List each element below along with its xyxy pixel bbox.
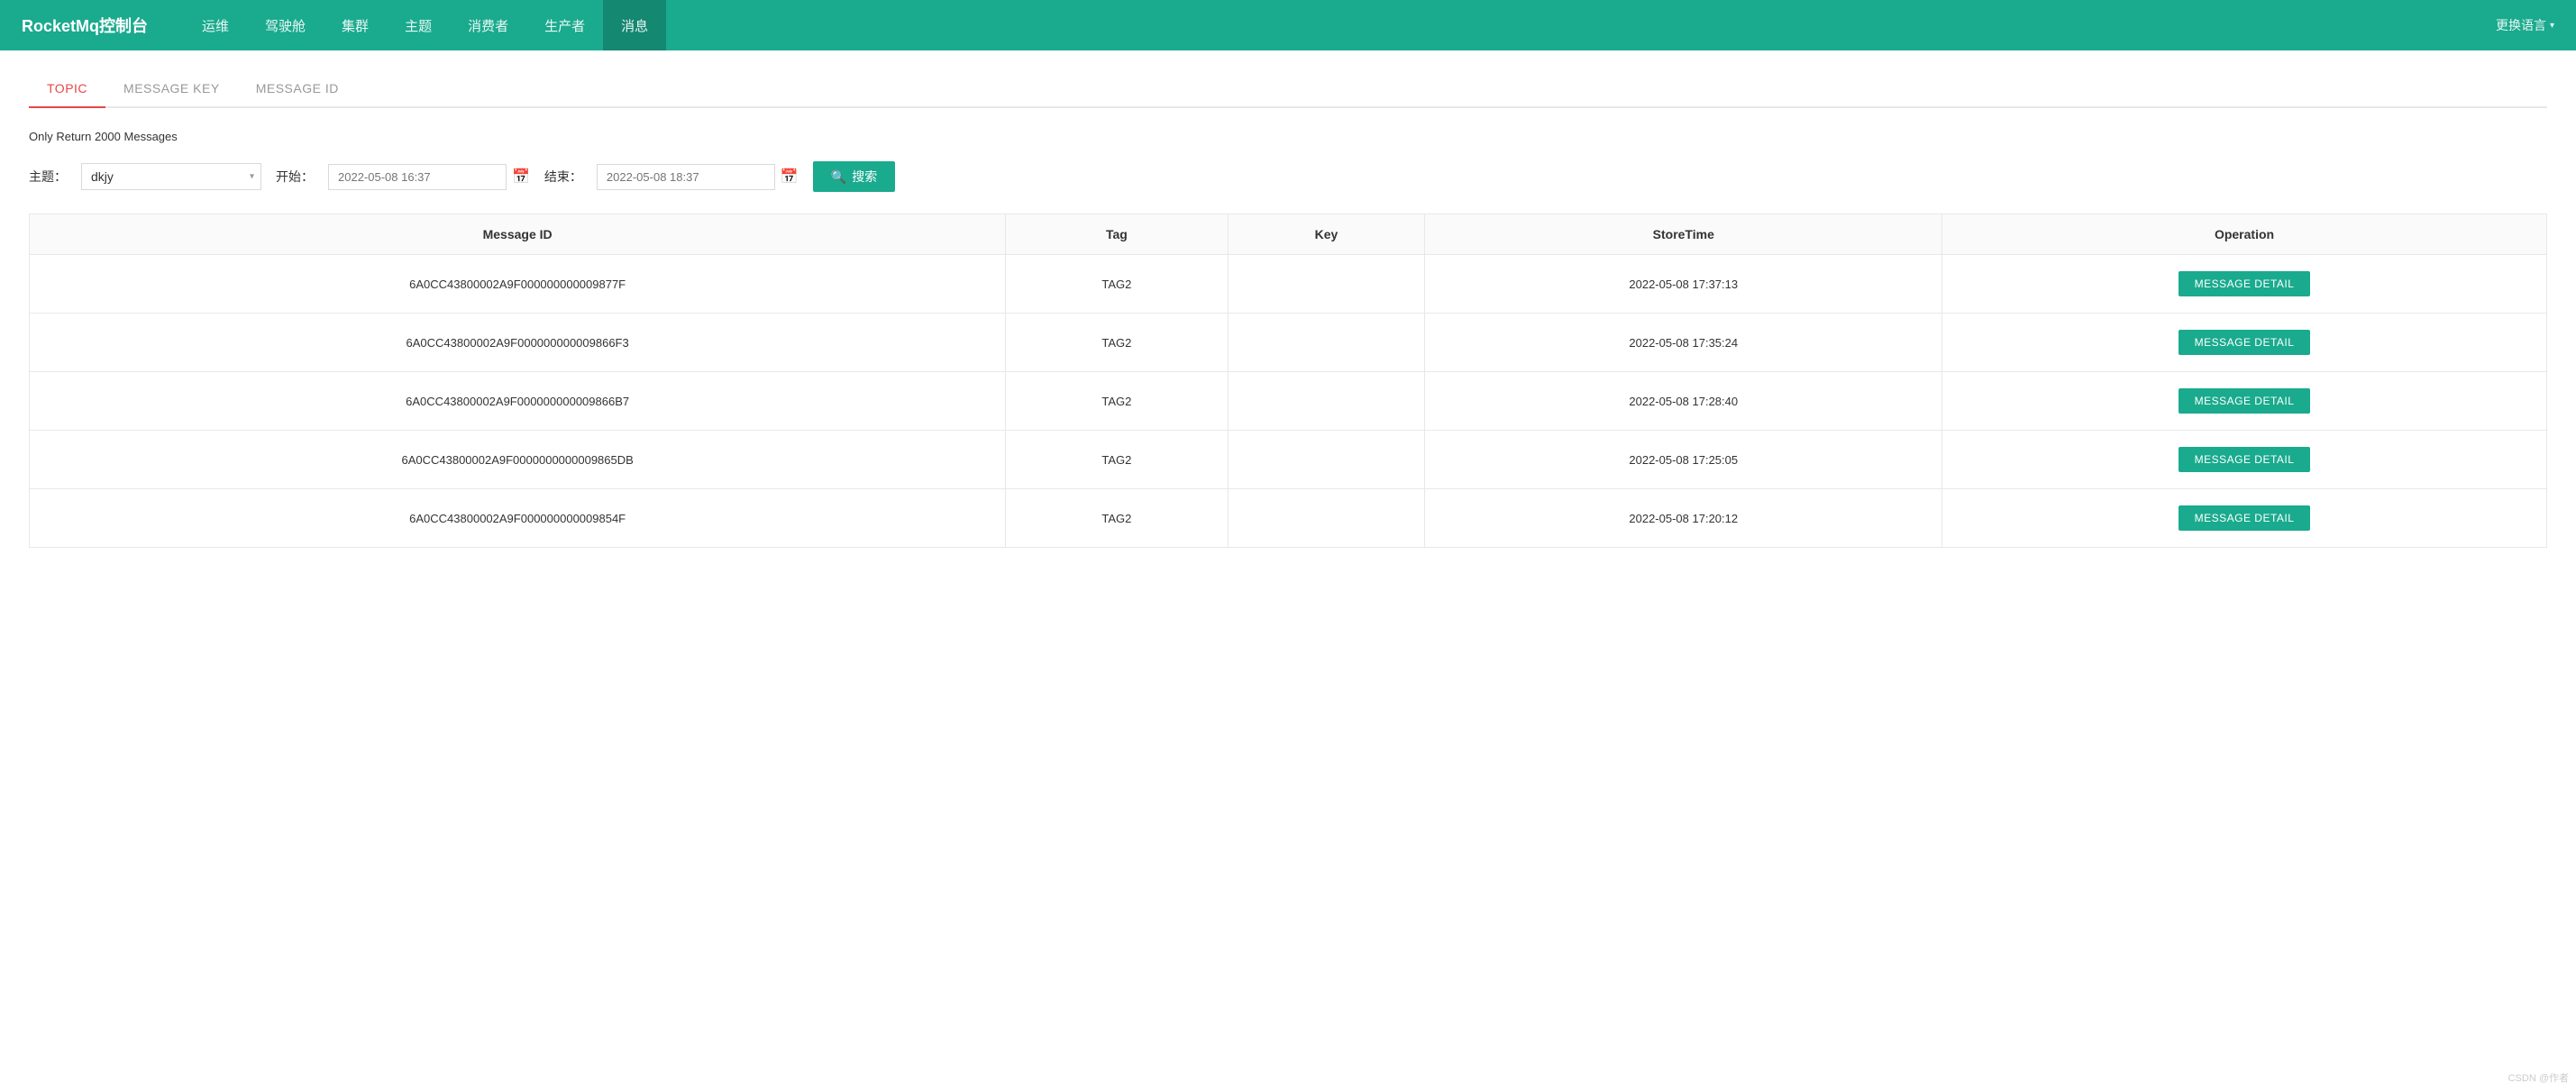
table-row: 6A0CC43800002A9F000000000009877FTAG2 2022… bbox=[30, 255, 2547, 314]
message-detail-button[interactable]: MESSAGE DETAIL bbox=[2179, 505, 2311, 531]
navbar-item-ops[interactable]: 运维 bbox=[184, 0, 247, 50]
search-button[interactable]: 🔍 搜索 bbox=[813, 161, 895, 192]
table-row: 6A0CC43800002A9F000000000009866B7TAG2 202… bbox=[30, 372, 2547, 431]
navbar-item-message[interactable]: 消息 bbox=[603, 0, 666, 50]
start-calendar-icon[interactable]: 📅 bbox=[512, 168, 530, 186]
table-header-row: Message ID Tag Key StoreTime Operation bbox=[30, 214, 2547, 255]
message-detail-button[interactable]: MESSAGE DETAIL bbox=[2179, 271, 2311, 296]
col-header-key: Key bbox=[1228, 214, 1425, 255]
topic-select[interactable]: dkjy bbox=[81, 163, 261, 190]
cell-key bbox=[1228, 489, 1425, 548]
topic-select-wrapper: dkjy ▾ bbox=[81, 163, 261, 190]
cell-operation: MESSAGE DETAIL bbox=[1942, 314, 2547, 372]
navbar-item-producer[interactable]: 生产者 bbox=[526, 0, 603, 50]
main-content: TOPIC MESSAGE KEY MESSAGE ID Only Return… bbox=[0, 50, 2576, 1092]
col-header-tag: Tag bbox=[1006, 214, 1228, 255]
message-detail-button[interactable]: MESSAGE DETAIL bbox=[2179, 330, 2311, 355]
end-label: 结束： bbox=[544, 168, 582, 186]
message-detail-button[interactable]: MESSAGE DETAIL bbox=[2179, 388, 2311, 414]
table-row: 6A0CC43800002A9F000000000009854FTAG2 2022… bbox=[30, 489, 2547, 548]
tab-message-id[interactable]: MESSAGE ID bbox=[238, 72, 357, 108]
cell-tag: TAG2 bbox=[1006, 489, 1228, 548]
messages-table: Message ID Tag Key StoreTime Operation 6… bbox=[29, 214, 2547, 548]
cell-message-id: 6A0CC43800002A9F0000000000009865DB bbox=[30, 431, 1006, 489]
cell-tag: TAG2 bbox=[1006, 372, 1228, 431]
cell-key bbox=[1228, 314, 1425, 372]
start-label: 开始： bbox=[276, 168, 314, 186]
end-date-wrapper: 📅 bbox=[597, 164, 799, 190]
table-row: 6A0CC43800002A9F000000000009866F3TAG2 202… bbox=[30, 314, 2547, 372]
cell-key bbox=[1228, 255, 1425, 314]
search-icon: 🔍 bbox=[831, 169, 846, 185]
cell-store-time: 2022-05-08 17:37:13 bbox=[1425, 255, 1942, 314]
watermark: CSDN @作者 bbox=[2508, 1070, 2569, 1085]
navbar-brand: RocketMq控制台 bbox=[22, 14, 148, 37]
navbar-item-dashboard[interactable]: 驾驶舱 bbox=[247, 0, 324, 50]
cell-message-id: 6A0CC43800002A9F000000000009877F bbox=[30, 255, 1006, 314]
start-date-wrapper: 📅 bbox=[328, 164, 530, 190]
cell-operation: MESSAGE DETAIL bbox=[1942, 255, 2547, 314]
navbar-item-cluster[interactable]: 集群 bbox=[324, 0, 387, 50]
start-date-input[interactable] bbox=[328, 164, 507, 190]
info-text: Only Return 2000 Messages bbox=[29, 130, 2547, 143]
cell-operation: MESSAGE DETAIL bbox=[1942, 372, 2547, 431]
tab-message-key[interactable]: MESSAGE KEY bbox=[105, 72, 238, 108]
end-date-input[interactable] bbox=[597, 164, 775, 190]
cell-operation: MESSAGE DETAIL bbox=[1942, 489, 2547, 548]
end-calendar-icon[interactable]: 📅 bbox=[781, 168, 799, 186]
search-button-label: 搜索 bbox=[852, 168, 877, 186]
navbar-item-topic[interactable]: 主题 bbox=[387, 0, 450, 50]
navbar-menu: 运维 驾驶舱 集群 主题 消费者 生产者 消息 bbox=[184, 0, 2496, 50]
cell-store-time: 2022-05-08 17:25:05 bbox=[1425, 431, 1942, 489]
chevron-down-icon: ▾ bbox=[2550, 21, 2554, 31]
col-header-storetime: StoreTime bbox=[1425, 214, 1942, 255]
table-row: 6A0CC43800002A9F0000000000009865DBTAG2 20… bbox=[30, 431, 2547, 489]
cell-key bbox=[1228, 431, 1425, 489]
cell-tag: TAG2 bbox=[1006, 431, 1228, 489]
cell-operation: MESSAGE DETAIL bbox=[1942, 431, 2547, 489]
message-detail-button[interactable]: MESSAGE DETAIL bbox=[2179, 447, 2311, 472]
cell-store-time: 2022-05-08 17:20:12 bbox=[1425, 489, 1942, 548]
topic-label: 主题： bbox=[29, 168, 67, 186]
col-header-message-id: Message ID bbox=[30, 214, 1006, 255]
navbar-item-consumer[interactable]: 消费者 bbox=[450, 0, 526, 50]
cell-message-id: 6A0CC43800002A9F000000000009854F bbox=[30, 489, 1006, 548]
cell-key bbox=[1228, 372, 1425, 431]
cell-tag: TAG2 bbox=[1006, 255, 1228, 314]
cell-tag: TAG2 bbox=[1006, 314, 1228, 372]
cell-store-time: 2022-05-08 17:35:24 bbox=[1425, 314, 1942, 372]
cell-message-id: 6A0CC43800002A9F000000000009866F3 bbox=[30, 314, 1006, 372]
cell-message-id: 6A0CC43800002A9F000000000009866B7 bbox=[30, 372, 1006, 431]
tab-bar: TOPIC MESSAGE KEY MESSAGE ID bbox=[29, 72, 2547, 108]
tab-topic[interactable]: TOPIC bbox=[29, 72, 105, 108]
search-form: 主题： dkjy ▾ 开始： 📅 结束： 📅 🔍 搜索 bbox=[29, 161, 2547, 192]
col-header-operation: Operation bbox=[1942, 214, 2547, 255]
navbar: RocketMq控制台 运维 驾驶舱 集群 主题 消费者 生产者 消息 更换语言… bbox=[0, 0, 2576, 50]
cell-store-time: 2022-05-08 17:28:40 bbox=[1425, 372, 1942, 431]
language-switcher[interactable]: 更换语言 ▾ bbox=[2496, 16, 2554, 34]
language-label: 更换语言 bbox=[2496, 16, 2546, 34]
